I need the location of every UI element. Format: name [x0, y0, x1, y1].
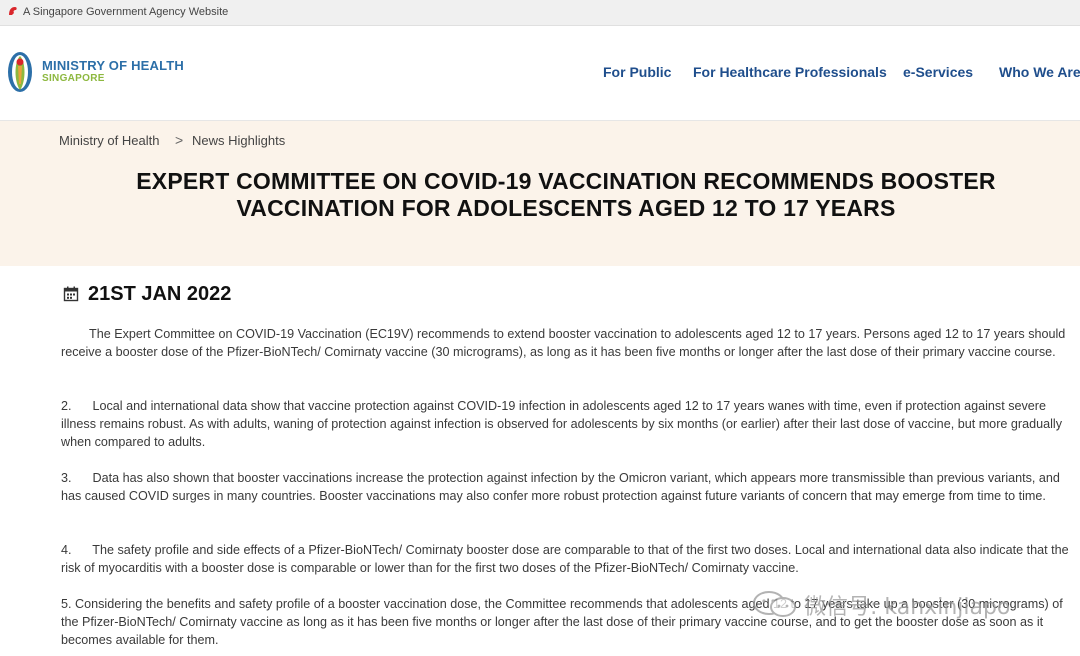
- paragraph-4: 4. The safety profile and side effects o…: [61, 543, 1073, 575]
- logo-title[interactable]: MINISTRY OF HEALTH: [42, 58, 184, 73]
- nav-e-services[interactable]: e-Services: [903, 64, 973, 80]
- paragraph-2: 2. Local and international data show tha…: [61, 399, 1066, 449]
- chevron-right-icon: >: [175, 132, 184, 148]
- watermark-text: 微信号: kanxinjiapo: [804, 595, 1011, 620]
- singapore-lion-icon: [9, 7, 17, 15]
- paragraph-1: The Expert Committee on COVID-19 Vaccina…: [61, 327, 1069, 359]
- calendar-icon: [63, 286, 79, 302]
- gov-banner-text: A Singapore Government Agency Website: [23, 6, 229, 18]
- paragraph-3: 3. Data has also shown that booster vacc…: [61, 471, 1064, 503]
- logo-subtitle: SINGAPORE: [42, 73, 105, 84]
- gov-banner: A Singapore Government Agency Website: [0, 0, 1080, 26]
- page-title: EXPERT COMMITTEE ON COVID-19 VACCINATION…: [60, 168, 1072, 222]
- nav-for-public[interactable]: For Public: [603, 64, 671, 80]
- nav-who-we-are[interactable]: Who We Are: [999, 64, 1080, 80]
- nav-for-healthcare-professionals[interactable]: For Healthcare Professionals: [693, 64, 887, 80]
- moh-logo-icon[interactable]: [6, 50, 34, 94]
- article-hero: Ministry of Health > News Highlights EXP…: [0, 121, 1080, 266]
- breadcrumb-ministry-of-health[interactable]: Ministry of Health: [59, 133, 159, 148]
- page-title-line-2: VACCINATION FOR ADOLESCENTS AGED 12 TO 1…: [236, 195, 896, 221]
- page-title-line-1: EXPERT COMMITTEE ON COVID-19 VACCINATION…: [136, 168, 996, 194]
- site-header: MINISTRY OF HEALTH SINGAPORE For Public …: [0, 26, 1080, 121]
- date-text: 21ST JAN 2022: [88, 283, 232, 305]
- breadcrumb-news-highlights[interactable]: News Highlights: [192, 133, 285, 148]
- wechat-icon: [753, 591, 796, 617]
